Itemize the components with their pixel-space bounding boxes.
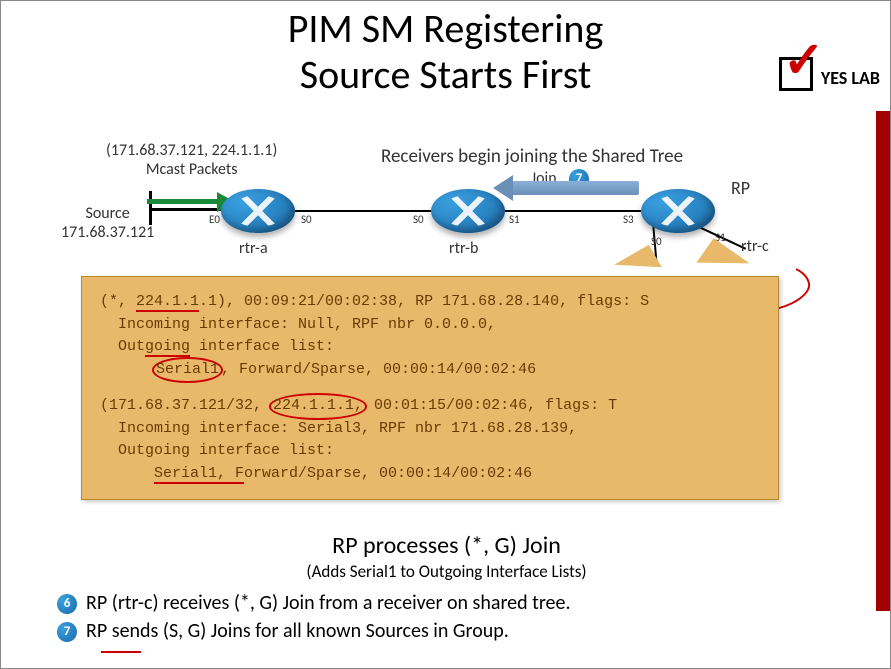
rp-label: RP <box>731 177 750 199</box>
link-a-b <box>295 210 431 212</box>
mroute-line-2: Incoming interface: Null, RPF nbr 0.0.0.… <box>100 314 760 337</box>
step-6-row: 6 RP (rtr-c) receives (*, G) Join from a… <box>57 591 571 615</box>
txt: .1), 00:09:21/00:02:38, RP 171.68.28.140… <box>199 293 649 310</box>
rtr-b-name: rtr-b <box>449 239 478 258</box>
link-b-c <box>505 210 641 212</box>
txt: orward/Sparse, 00:00:14/00:02:46 <box>244 465 532 482</box>
blank-line <box>100 381 760 395</box>
source-ip: 171.68.37.121 <box>61 223 154 242</box>
mroute-line-4: Serial1, Forward/Sparse, 00:00:14/00:02:… <box>100 359 760 382</box>
mroute-line-8: Serial1, Forward/Sparse, 00:00:14/00:02:… <box>100 463 760 486</box>
rtr-a-name: rtr-a <box>239 239 268 258</box>
txt: (171.68.37.121/32, <box>100 397 271 414</box>
txt: 00:01:15/00:02:46, flags: T <box>365 397 617 414</box>
sub-caption-2: (Adds Serial1 to Outgoing Interface List… <box>1 561 891 582</box>
if-a-e0: E0 <box>209 213 220 226</box>
if-a-s0: S0 <box>301 213 312 226</box>
yeslab-logo: ✓ YES LAB <box>779 51 880 91</box>
step-7-text: RP sends (S, G) Joins for all known Sour… <box>86 619 509 643</box>
step-6-text: RP (rtr-c) receives (*, G) Join from a r… <box>86 591 570 615</box>
if-c-s3: S3 <box>623 213 634 226</box>
mroute-line-6: Incoming interface: Serial3, RPF nbr 171… <box>100 418 760 441</box>
receivers-label: Receivers begin joining the Shared Tree <box>381 145 683 168</box>
title-line-2: Source Starts First <box>1 52 890 98</box>
mroute-line-1: (*, 224.1.1.1), 00:09:21/00:02:38, RP 17… <box>100 291 760 314</box>
mroute-line-5: (171.68.37.121/32, 224.1.1.1, 00:01:15/0… <box>100 395 760 418</box>
step-7-badge-icon-list: 7 <box>57 622 77 642</box>
annot-serial1: Serial1 <box>152 357 223 384</box>
link-source-rtra <box>149 208 223 211</box>
join-arrow-icon <box>511 181 639 195</box>
source-word: Source <box>85 204 129 223</box>
mcast-tuple: (171.68.37.121, 224.1.1.1) <box>106 141 277 160</box>
annotation-underline <box>101 651 141 653</box>
rtr-c-name: rtr-c <box>741 237 769 256</box>
slide-title: PIM SM Registering Source Starts First <box>1 1 890 98</box>
source-label: Source 171.68.37.121 <box>61 204 154 242</box>
title-line-1: PIM SM Registering <box>1 6 890 52</box>
mroute-line-7: Outgoing interface list: <box>100 440 760 463</box>
sub-caption-1: RP processes (*, G) Join <box>1 531 891 560</box>
if-b-s0: S0 <box>413 213 424 226</box>
mroute-output-box: (*, 224.1.1.1), 00:09:21/00:02:38, RP 17… <box>81 276 779 500</box>
txt: Out <box>118 338 145 355</box>
txt: (*, <box>100 293 136 310</box>
annot-serial1b: Serial1, <box>154 465 235 484</box>
mcast-sub: Mcast Packets <box>146 160 238 179</box>
if-b-s1: S1 <box>509 213 520 226</box>
step-7-row: 7 RP sends (S, G) Joins for all known So… <box>57 619 571 643</box>
annot-outgoing: going <box>145 338 190 357</box>
annot-star-g: 224.1.1 <box>136 293 199 312</box>
txt: , Forward/Sparse, 00:00:14/00:02:46 <box>221 361 536 378</box>
txt: interface list: <box>190 338 334 355</box>
step-6-badge-icon: 6 <box>57 594 77 614</box>
router-a-icon <box>221 189 295 233</box>
checkmark-icon: ✓ <box>779 51 819 91</box>
traffic-arrow-icon <box>147 199 221 204</box>
mroute-line-3: Outgoing interface list: <box>100 336 760 359</box>
logo-text: YES LAB <box>821 67 880 91</box>
annot-fwd: F <box>235 465 244 484</box>
mcast-packets-label: (171.68.37.121, 224.1.1.1) Mcast Packets <box>106 141 277 179</box>
annot-group-ip: 224.1.1.1, <box>269 393 367 420</box>
router-c-icon <box>641 189 715 233</box>
step-list: 6 RP (rtr-c) receives (*, G) Join from a… <box>57 591 571 647</box>
if-c-s0: S0 <box>651 235 662 248</box>
